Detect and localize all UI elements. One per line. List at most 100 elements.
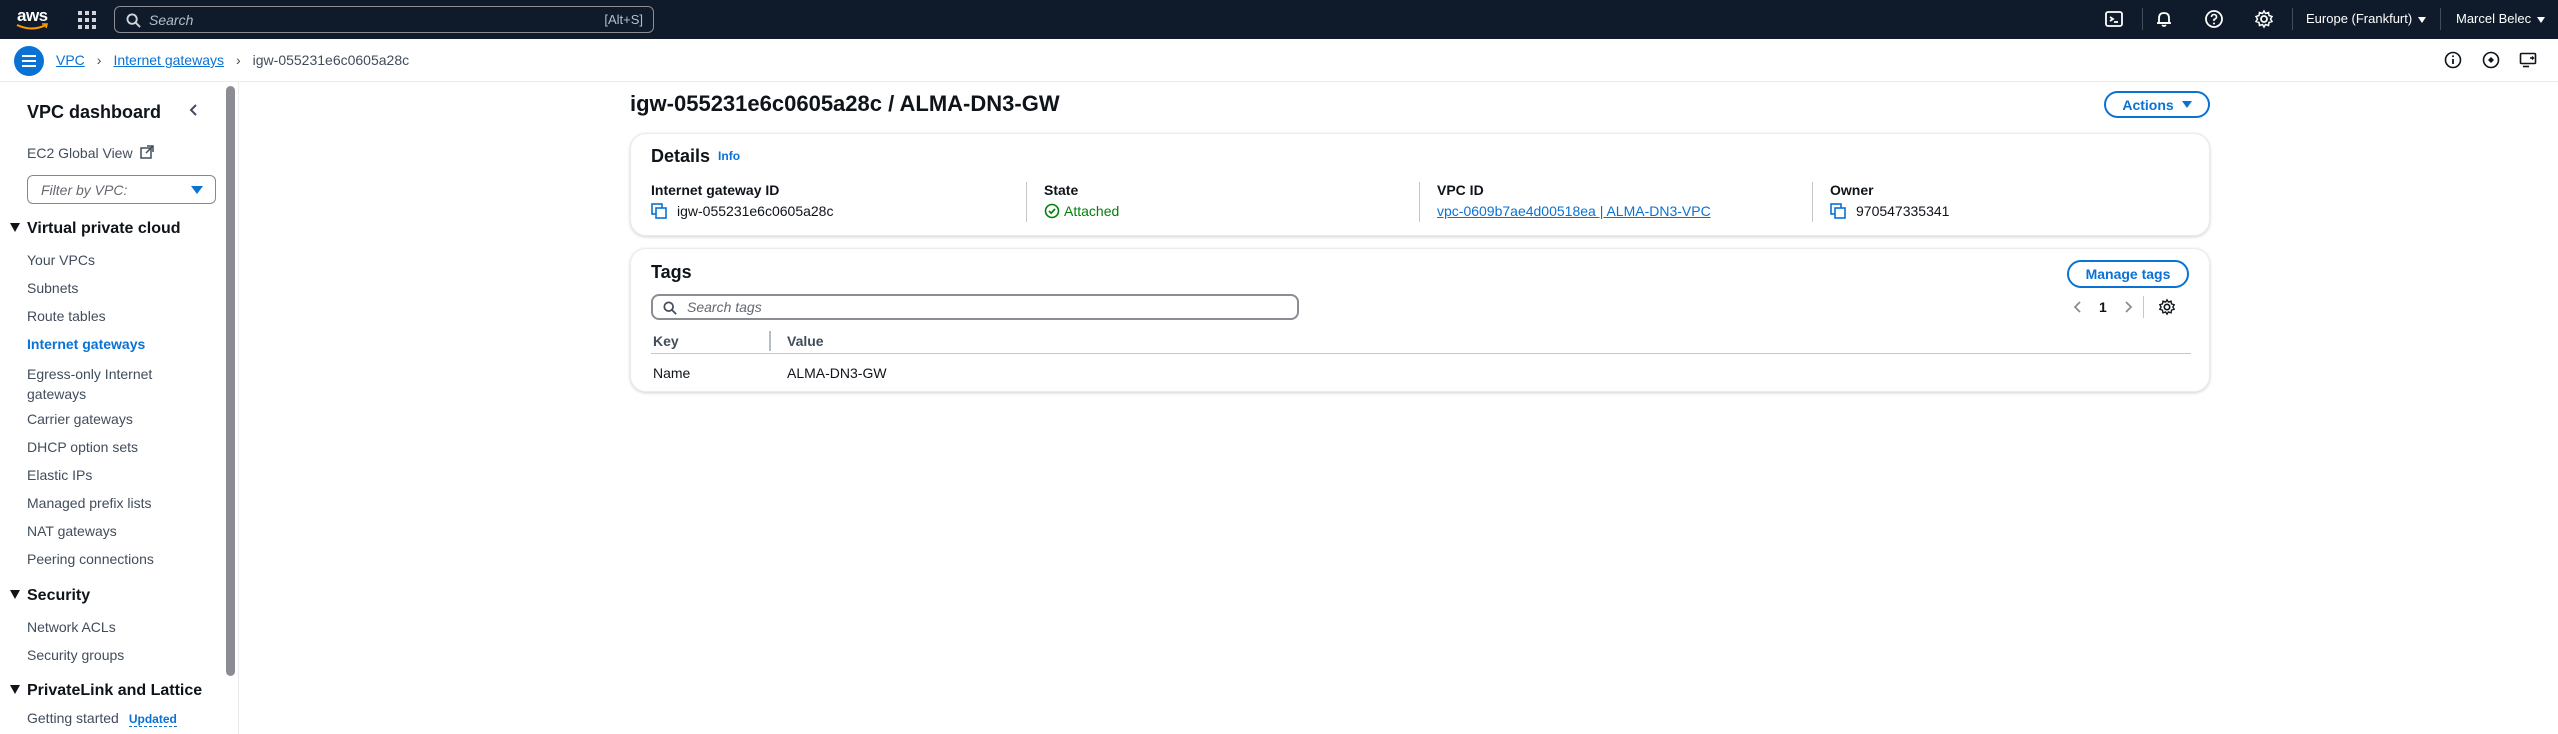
tag-value-cell: ALMA-DN3-GW [787,365,887,381]
sidebar-item-nat-gateways[interactable]: NAT gateways [27,523,117,539]
actions-button[interactable]: Actions [2104,91,2210,118]
chevron-down-icon [2537,16,2546,23]
sidebar-section-virtual-private-cloud[interactable]: Virtual private cloud [10,220,181,238]
field-internet-gateway-id: Internet gateway ID igw-055231e6c0605a28… [651,182,833,219]
info-link[interactable]: Info [718,149,740,163]
chevron-right-icon: › [96,52,102,68]
sidebar-item-network-acls[interactable]: Network ACLs [27,619,116,635]
sidebar-section-privatelink-and-lattice[interactable]: PrivateLink and Lattice [10,682,202,700]
updated-badge: Updated [128,712,177,727]
info-panel-icon[interactable] [2443,50,2463,70]
sidebar: VPC dashboard EC2 Global View Filter by … [0,82,239,734]
field-label: VPC ID [1437,182,1484,198]
chevron-right-icon: › [235,52,241,68]
sidebar-title[interactable]: VPC dashboard [27,102,161,123]
sidebar-item-egress-only-internet-gateways[interactable]: Egress-only Internet gateways [27,364,197,404]
page-number[interactable]: 1 [2099,299,2107,315]
column-header-key[interactable]: Key [653,333,679,349]
vpc-filter-placeholder: Filter by VPC: [41,182,128,198]
chevron-down-icon [2418,16,2427,23]
region-label: Europe (Frankfurt) [2306,11,2413,26]
field-value: vpc-0609b7ae4d00518ea | ALMA-DN3-VPC [1437,203,1711,219]
sidebar-item-peering-connections[interactable]: Peering connections [27,551,154,567]
sidebar-section-security[interactable]: Security [10,587,90,605]
sidebar-item-dhcp-option-sets[interactable]: DHCP option sets [27,439,138,455]
cloudshell-icon[interactable] [2104,9,2124,29]
global-search[interactable]: [Alt+S] [114,6,654,33]
vpc-id-link[interactable]: vpc-0609b7ae4d00518ea | ALMA-DN3-VPC [1437,203,1711,219]
external-link-icon [140,145,155,159]
copy-icon[interactable] [1830,203,1846,219]
sidebar-item-subnets[interactable]: Subnets [27,280,78,296]
copy-icon[interactable] [651,203,667,219]
search-input[interactable] [149,10,549,30]
sidebar-item-your-vpcs[interactable]: Your VPCs [27,252,95,268]
sidebar-item-label: Getting started [27,710,119,726]
sidebar-item-internet-gateways[interactable]: Internet gateways [27,336,145,352]
region-selector[interactable]: Europe (Frankfurt) [2306,11,2427,26]
manage-tags-button[interactable]: Manage tags [2067,260,2189,288]
sidebar-scrollbar[interactable] [226,86,235,676]
caret-down-icon [10,685,20,694]
field-owner: Owner 970547335341 [1830,182,1949,219]
page-title: igw-055231e6c0605a28c / ALMA-DN3-GW [630,91,1060,116]
details-heading: Details Info [651,146,741,166]
caret-down-icon [10,223,20,232]
caret-down-icon [2181,101,2192,108]
tags-heading: Tags [651,262,692,282]
section-title: Virtual private cloud [27,220,181,237]
sidebar-item-elastic-ips[interactable]: Elastic IPs [27,467,92,483]
menu-toggle-icon[interactable] [14,46,44,76]
aws-logo[interactable]: aws [16,6,50,32]
sidebar-item-carrier-gateways[interactable]: Carrier gateways [27,411,133,427]
column-resize-handle[interactable] [769,331,771,351]
field-value: 970547335341 [1830,203,1949,219]
section-title: Security [27,587,91,604]
services-menu-icon[interactable] [78,11,96,29]
actions-label: Actions [2122,96,2174,113]
sidebar-item-label: EC2 Global View [27,145,133,161]
tag-key-cell: Name [653,365,691,381]
field-label: State [1044,182,1079,198]
caret-down-icon [10,590,20,599]
details-container: Details Info Internet gateway ID igw-0552… [630,133,2210,236]
sidebar-item-managed-prefix-lists[interactable]: Managed prefix lists [27,495,152,511]
notifications-panel-icon[interactable] [2518,50,2538,70]
top-navigation: aws [Alt+S] Europe (Frankfurt) Marcel Be… [0,0,2558,39]
sidebar-item-getting-started[interactable]: Getting started Updated [27,710,177,727]
vpc-filter-select[interactable]: Filter by VPC: [27,175,216,204]
field-label: Internet gateway ID [651,182,780,198]
tags-search[interactable] [651,294,1299,320]
breadcrumb-bar: VPC › Internet gateways › igw-055231e6c0… [0,39,2558,82]
pagination: 1 [2073,296,2176,318]
state-status: Attached [1044,203,1119,219]
chevron-left-icon[interactable] [2073,300,2083,314]
chevron-right-icon[interactable] [2123,300,2133,314]
preferences-gear-icon[interactable] [2158,298,2176,316]
breadcrumb-internet-gateways[interactable]: Internet gateways [113,52,224,68]
column-header-value[interactable]: Value [787,333,824,349]
search-shortcut-hint: [Alt+S] [604,12,643,27]
tags-container: Tags Manage tags 1 Key Value Name ALMA-D… [630,248,2210,392]
collapse-sidebar-icon[interactable] [186,102,202,118]
breadcrumb-vpc[interactable]: VPC [56,52,85,68]
tags-search-input[interactable] [687,298,1187,316]
caret-down-icon [191,186,203,194]
breadcrumb: VPC › Internet gateways › igw-055231e6c0… [56,52,409,68]
settings-gear-icon[interactable] [2254,9,2274,29]
search-icon [663,301,677,315]
notifications-bell-icon[interactable] [2154,9,2174,29]
sidebar-item-security-groups[interactable]: Security groups [27,647,124,663]
field-vpc-id: VPC ID vpc-0609b7ae4d00518ea | ALMA-DN3-… [1437,182,1711,219]
success-check-icon [1044,203,1060,219]
field-label: Owner [1830,182,1874,198]
feedback-icon[interactable] [2481,50,2501,70]
sidebar-item-ec2-global-view[interactable]: EC2 Global View [27,145,155,161]
search-icon [126,13,141,28]
help-icon[interactable] [2204,9,2224,29]
sidebar-item-route-tables[interactable]: Route tables [27,308,106,324]
section-title: PrivateLink and Lattice [27,682,203,699]
breadcrumb-current: igw-055231e6c0605a28c [252,52,410,68]
account-menu[interactable]: Marcel Belec [2456,11,2546,26]
field-value: igw-055231e6c0605a28c [651,203,833,219]
